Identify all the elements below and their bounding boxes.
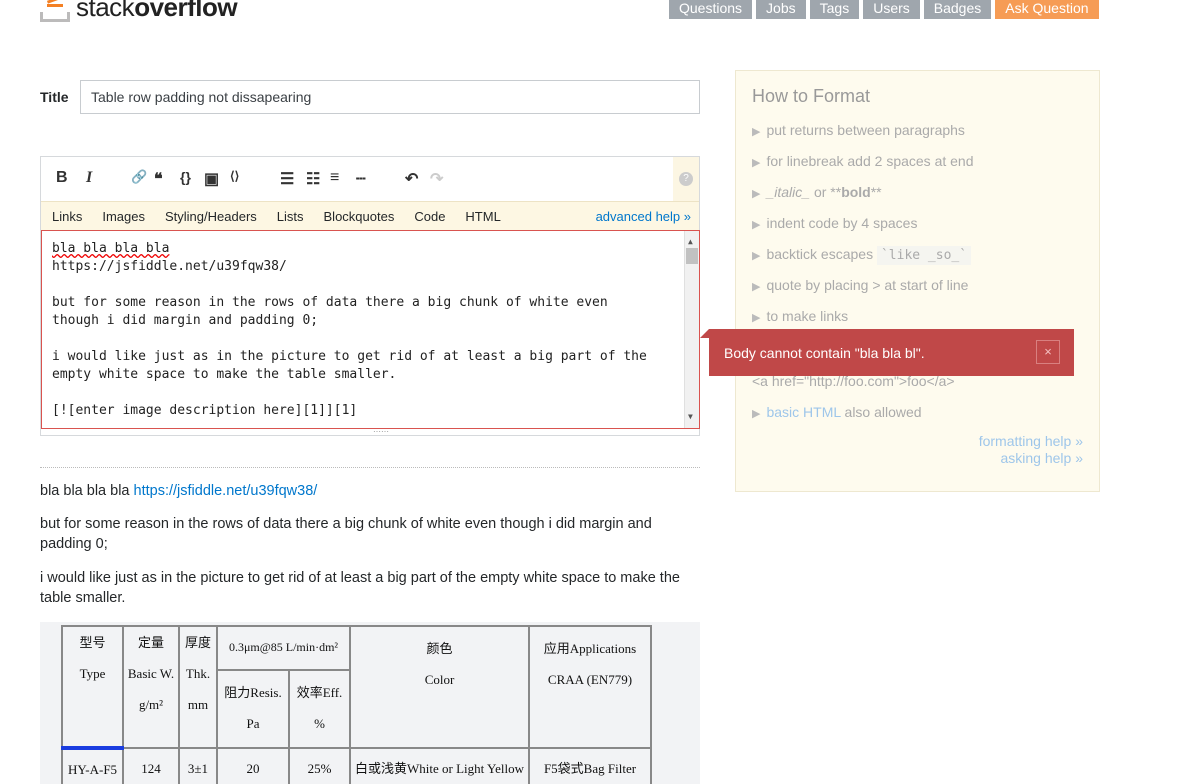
help-tab-styling[interactable]: Styling/Headers (165, 209, 257, 224)
editor-toolbar: B I 🔗 ❝ {} ▣ ⟨⟩ ☰ ☷ ≡ ┄ ↶ ↷ ? (41, 157, 699, 201)
logo-icon (40, 0, 70, 22)
nav-users[interactable]: Users (863, 0, 920, 19)
horizontal-rule-icon[interactable]: ┄ (356, 169, 366, 189)
heading-icon[interactable]: ≡ (330, 169, 339, 187)
code-icon[interactable]: {} (180, 169, 191, 185)
preview-divider (40, 467, 700, 468)
nav-badges[interactable]: Badges (923, 0, 992, 19)
redo-icon[interactable]: ↷ (430, 169, 443, 189)
help-tab-code[interactable]: Code (414, 209, 445, 224)
stackoverflow-logo[interactable]: stackoverflow (40, 0, 238, 23)
title-label: Title (40, 89, 69, 105)
how-to-format-panel: How to Format ▶ put returns between parag… (735, 70, 1100, 492)
help-tab-html[interactable]: HTML (465, 209, 500, 224)
image-icon[interactable]: ▣ (204, 169, 219, 189)
snippet-icon[interactable]: ⟨⟩ (230, 169, 239, 183)
triangle-right-icon: ▶ (752, 250, 761, 262)
jsfiddle-link[interactable]: https://jsfiddle.net/u39fqw38/ (134, 483, 318, 499)
help-tab-blockquotes[interactable]: Blockquotes (324, 209, 395, 224)
help-tab-lists[interactable]: Lists (277, 209, 304, 224)
advanced-help-link[interactable]: advanced help » (596, 209, 691, 224)
tip: ▶ quote by placing > at start of line (752, 277, 969, 293)
help-tabs: Links Images Styling/Headers Lists Block… (41, 201, 699, 231)
help-tab-images[interactable]: Images (102, 209, 145, 224)
basic-html-link[interactable]: basic HTML (766, 404, 840, 420)
triangle-right-icon: ▶ (752, 157, 761, 169)
tip: ▶ put returns between paragraphs (752, 122, 965, 138)
body-editor: B I 🔗 ❝ {} ▣ ⟨⟩ ☰ ☷ ≡ ┄ ↶ ↷ ? Links Imag… (40, 156, 700, 436)
triangle-right-icon: ▶ (752, 188, 761, 200)
nav-questions[interactable]: Questions (669, 0, 753, 19)
close-icon[interactable]: × (1036, 340, 1060, 364)
panel-title: How to Format (752, 86, 871, 106)
ask-question-button[interactable]: Ask Question (995, 0, 1099, 19)
numbered-list-icon[interactable]: ☰ (280, 169, 294, 189)
italic-icon[interactable]: I (86, 169, 92, 187)
tip: ▶ _italic_ or **bold** (752, 184, 882, 200)
bold-icon[interactable]: B (56, 169, 68, 187)
triangle-right-icon: ▶ (752, 219, 761, 231)
nav-jobs[interactable]: Jobs (756, 0, 806, 19)
help-icon[interactable]: ? (679, 172, 693, 186)
undo-icon[interactable]: ↶ (405, 169, 418, 189)
table-row: HY-A-F5 124 3±1 20 25% 白或浅黄White or Ligh… (61, 746, 652, 784)
tip: ▶ backtick escapes `like _so_` (752, 246, 972, 265)
tip: ▶ for linebreak add 2 spaces at end (752, 153, 974, 169)
triangle-right-icon: ▶ (752, 312, 761, 324)
body-textarea[interactable]: bla bla bla bla https://jsfiddle.net/u39… (41, 230, 700, 429)
help-tab-links[interactable]: Links (52, 209, 82, 224)
preview-table-image: 型号 Type 定量 Basic W. g/m² 厚度 Thk. mm 0.3μm@85 … (40, 622, 700, 784)
bulleted-list-icon[interactable]: ☷ (306, 169, 320, 189)
tip: ▶ to make links (752, 308, 849, 324)
tip: ▶ indent code by 4 spaces (752, 215, 918, 231)
top-nav: Questions Jobs Tags Users Badges Ask Que… (669, 0, 1099, 19)
tip: ▶ basic HTML also allowed (752, 404, 922, 420)
spec-table: 型号 Type 定量 Basic W. g/m² 厚度 Thk. mm 0.3μm@85 … (61, 625, 652, 784)
link-icon[interactable]: 🔗 (131, 169, 147, 185)
error-popup: Body cannot contain "bla bla bl". × (700, 329, 1074, 376)
triangle-right-icon: ▶ (752, 281, 761, 293)
triangle-right-icon: ▶ (752, 126, 761, 138)
resize-grip[interactable]: ⋯⋯ (366, 428, 396, 436)
formatting-help-link[interactable]: formatting help » (979, 433, 1083, 449)
blockquote-icon[interactable]: ❝ (154, 169, 163, 189)
error-message: Body cannot contain "bla bla bl". (724, 345, 925, 361)
nav-tags[interactable]: Tags (809, 0, 860, 19)
triangle-right-icon: ▶ (752, 408, 761, 420)
asking-help-link[interactable]: asking help » (1000, 450, 1083, 466)
title-input[interactable]: Table row padding not dissapearing (80, 80, 700, 114)
textarea-scrollbar[interactable]: ▲ ▼ (684, 231, 699, 428)
